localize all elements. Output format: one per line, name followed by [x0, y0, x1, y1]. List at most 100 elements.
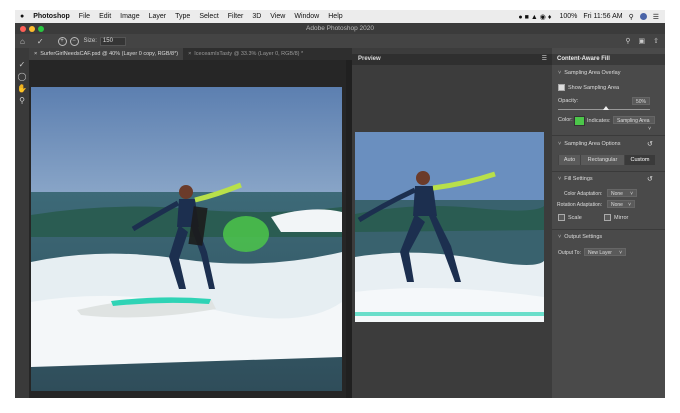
menu-window[interactable]: Window [294, 13, 319, 20]
mirror-checkbox[interactable] [604, 214, 611, 221]
mirror-row[interactable]: Mirror [604, 214, 628, 221]
mirror-label: Mirror [614, 214, 629, 221]
minimize-window-button[interactable] [29, 26, 35, 32]
menu-file[interactable]: File [79, 13, 90, 20]
close-window-button[interactable] [20, 26, 26, 32]
menu-list-icon[interactable]: ☰ [653, 13, 659, 21]
menu-filter[interactable]: Filter [228, 13, 244, 20]
mode-auto-button[interactable]: Auto [558, 155, 580, 165]
sampling-overlay-header[interactable]: ˅ Sampling Area Overlay [552, 70, 665, 76]
preview-menu-icon[interactable]: ☰ [542, 54, 547, 65]
rotation-adaptation-value: None [611, 202, 623, 208]
user-avatar[interactable] [639, 13, 647, 20]
chevron-down-icon: ˅ [558, 141, 562, 147]
mode-custom-button[interactable]: Custom [624, 155, 655, 165]
reset-icon[interactable]: ↺ [647, 175, 653, 183]
indicates-label: Indicates: [587, 118, 611, 124]
section-heading: Fill Settings [564, 176, 593, 182]
options-bar: ⌂ ✓ + − Size: 150 ⚲ ▣ ⇧ [15, 34, 665, 48]
clock[interactable]: Fri 11:56 AM [583, 13, 622, 20]
menu-image[interactable]: Image [120, 13, 139, 20]
color-adaptation-value: None [611, 191, 623, 197]
menu-type[interactable]: Type [175, 13, 190, 20]
tab-icecream[interactable]: × IceceamIsTasty @ 33.3% (Layer 0, RGB/8)… [183, 48, 308, 60]
menu-app-name[interactable]: Photoshop [33, 13, 70, 20]
chevron-down-icon: ˅ [558, 176, 562, 182]
menu-help[interactable]: Help [328, 13, 342, 20]
chevron-down-icon: ˅ [630, 191, 633, 197]
preview-title: Preview [358, 56, 381, 62]
menu-layer[interactable]: Layer [149, 13, 167, 20]
output-to-label: Output To: [558, 250, 581, 256]
indicates-value: Sampling Area [617, 118, 650, 124]
brush-tool-icon[interactable]: ✓ [37, 37, 44, 46]
opacity-input[interactable]: 50% [632, 97, 650, 105]
indicates-dropdown[interactable]: Sampling Area ˅ [613, 116, 655, 132]
home-icon[interactable]: ⌂ [20, 37, 25, 46]
divider [552, 171, 665, 172]
hand-icon[interactable]: ✋ [17, 84, 27, 94]
menu-select[interactable]: Select [199, 13, 218, 20]
section-heading: Sampling Area Options [564, 141, 621, 147]
section-heading: Sampling Area Overlay [564, 70, 621, 76]
chevron-down-icon: ˅ [619, 250, 622, 256]
mode-rectangular-button[interactable]: Rectangular [580, 155, 624, 165]
mac-menu-bar: ● Photoshop File Edit Image Layer Type S… [15, 10, 665, 23]
sampling-options-header[interactable]: ˅ Sampling Area Options ↺ [552, 140, 665, 148]
divider [552, 135, 665, 136]
chevron-down-icon: ˅ [648, 126, 651, 132]
workspace-icon[interactable]: ▣ [639, 37, 646, 45]
rotation-adaptation-label: Rotation Adaptation: [557, 202, 603, 208]
divider [552, 229, 665, 230]
color-adaptation-dropdown[interactable]: None ˅ [607, 189, 637, 197]
menu-3d[interactable]: 3D [252, 13, 261, 20]
apple-icon[interactable]: ● [20, 13, 24, 20]
status-icons[interactable]: ●■▲◉♦ [518, 13, 553, 21]
search-icon[interactable]: ⚲ [629, 13, 634, 21]
chevron-down-icon: ˅ [558, 234, 562, 240]
zoom-icon[interactable]: ⚲ [17, 96, 27, 106]
section-heading: Output Settings [564, 234, 603, 240]
menu-view[interactable]: View [270, 13, 285, 20]
size-label: Size: [83, 38, 97, 44]
output-to-dropdown[interactable]: New Layer ˅ [584, 248, 626, 256]
tab-close-icon[interactable]: × [34, 51, 37, 57]
window-title: Adobe Photoshop 2020 [306, 25, 374, 32]
search-icon[interactable]: ⚲ [625, 37, 630, 45]
lasso-icon[interactable]: ◯ [17, 72, 27, 82]
tab-close-icon[interactable]: × [188, 51, 191, 57]
color-label: Color: [558, 117, 573, 123]
chevron-down-icon: ˅ [628, 202, 631, 208]
output-settings-header[interactable]: ˅ Output Settings [552, 234, 665, 240]
preview-header: Preview ☰ [352, 54, 552, 65]
document-tab-bar: × SurferGirlNeedsCAF.psd @ 40% (Layer 0 c… [29, 48, 352, 60]
tab-label: SurferGirlNeedsCAF.psd @ 40% (Layer 0 co… [40, 51, 179, 57]
output-to-value: New Layer [588, 250, 612, 256]
add-mode-icon[interactable]: + [57, 36, 67, 46]
tab-surfer-girl[interactable]: × SurferGirlNeedsCAF.psd @ 40% (Layer 0 c… [29, 48, 184, 60]
size-input[interactable]: 150 [99, 36, 126, 46]
opacity-label: Opacity: [558, 98, 579, 104]
fill-settings-header[interactable]: ˅ Fill Settings ↺ [552, 175, 665, 183]
tab-label: IceceamIsTasty @ 33.3% (Layer 0, RGB/8) … [194, 51, 304, 57]
scale-label: Scale [568, 214, 582, 221]
rotation-adaptation-dropdown[interactable]: None ˅ [607, 200, 635, 208]
zoom-window-button[interactable] [38, 26, 44, 32]
battery-level[interactable]: 100% [560, 13, 578, 20]
reset-icon[interactable]: ↺ [647, 140, 653, 148]
document-image[interactable] [31, 87, 342, 391]
brush-icon[interactable]: ✓ [17, 60, 27, 70]
window-title-bar: Adobe Photoshop 2020 [15, 23, 665, 34]
color-adaptation-label: Color Adaptation: [564, 191, 603, 197]
opacity-slider-thumb[interactable] [603, 106, 609, 110]
show-sampling-checkbox[interactable] [558, 84, 565, 91]
chevron-down-icon: ˅ [558, 70, 562, 76]
show-sampling-label: Show Sampling Area [568, 84, 620, 91]
subtract-mode-icon[interactable]: − [69, 36, 79, 46]
overlay-color-swatch[interactable] [574, 116, 585, 126]
share-icon[interactable]: ⇧ [653, 37, 659, 45]
show-sampling-row[interactable]: Show Sampling Area [552, 84, 665, 91]
scale-checkbox[interactable] [558, 214, 565, 221]
preview-image[interactable] [355, 132, 544, 322]
menu-edit[interactable]: Edit [99, 13, 111, 20]
